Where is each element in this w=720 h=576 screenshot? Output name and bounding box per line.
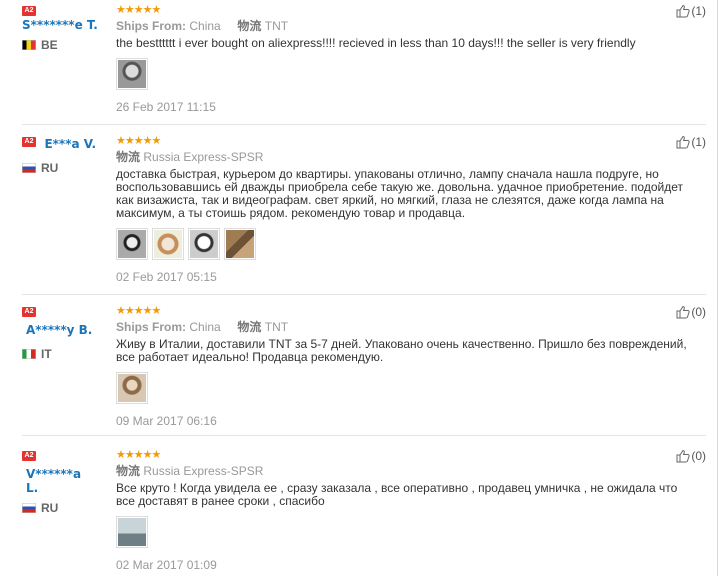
country-flag-icon	[22, 348, 36, 359]
helpful-count: (1)	[691, 4, 706, 18]
logistics-value: TNT	[264, 320, 289, 334]
review-text: the bestttttt i ever bought on aliexpres…	[116, 36, 636, 50]
review-content: ★★★★★ 物流 Russia Express-SPSR доставка бы…	[116, 135, 696, 284]
rating-stars: ★★★★★	[116, 135, 161, 147]
reviewer-name[interactable]: E***a V.	[44, 137, 96, 151]
review-date: 02 Feb 2017 05:15	[116, 270, 217, 284]
review-divider	[22, 294, 706, 295]
review-text: доставка быстрая, курьером до квартиры. …	[116, 167, 683, 220]
helpful-votes[interactable]: (1)	[676, 4, 706, 18]
logistics-value: TNT	[264, 19, 289, 33]
country-flag-icon	[22, 162, 36, 173]
thumbs-up-icon[interactable]	[676, 449, 690, 463]
reviewer-country: BE	[41, 37, 58, 52]
review-divider	[22, 124, 706, 125]
review-photos	[116, 228, 696, 260]
buyer-level-badge: A2	[22, 451, 36, 461]
reviewer-country: IT	[41, 346, 52, 361]
reviewer-info: A2 S*******e T. BE	[22, 4, 112, 54]
reviewer-name[interactable]: A*****y B.	[26, 323, 96, 337]
logistics-label: 物流	[237, 320, 262, 334]
logistics-value: Russia Express-SPSR	[143, 150, 264, 164]
review-photo-thumbnail[interactable]	[116, 516, 148, 548]
feedback-list: A2 S*******e T. BE ★★★★★ Ships From: Chi…	[0, 0, 717, 576]
shipping-info: Ships From: China 物流 TNT	[116, 19, 696, 33]
thumbs-up-icon[interactable]	[676, 4, 690, 18]
shipping-info: 物流 Russia Express-SPSR	[116, 150, 696, 164]
helpful-count: (1)	[691, 135, 706, 149]
helpful-votes[interactable]: (1)	[676, 135, 706, 149]
shipping-info: 物流 Russia Express-SPSR	[116, 464, 696, 478]
review-photo-thumbnail[interactable]	[116, 228, 148, 260]
reviewer-info: A2 A*****y B. IT	[22, 305, 112, 363]
review-divider	[22, 435, 706, 436]
logistics-label: 物流	[237, 19, 262, 33]
reviewer-info: A2 V******a L. RU	[22, 449, 112, 517]
helpful-votes[interactable]: (0)	[676, 305, 706, 319]
scroll-area-edge	[717, 0, 718, 576]
reviewer-name[interactable]: V******a L.	[26, 467, 96, 495]
review-photos	[116, 516, 696, 548]
ships-from-label: Ships From:	[116, 19, 187, 33]
review-photo-thumbnail[interactable]	[116, 372, 148, 404]
review-photo-thumbnail[interactable]	[116, 58, 148, 90]
reviewer-info: A2 E***a V. RU	[22, 135, 112, 177]
review-photos	[116, 372, 696, 404]
logistics-label: 物流	[116, 464, 141, 478]
logistics-label: 物流	[116, 150, 141, 164]
review-date: 09 Mar 2017 06:16	[116, 414, 217, 428]
review-photo-thumbnail[interactable]	[152, 228, 184, 260]
ships-from-label: Ships From:	[116, 320, 187, 334]
review-text: Все круто ! Когда увидела ее , сразу зак…	[116, 481, 678, 508]
reviewer-country: RU	[41, 500, 59, 515]
review-text: Живу в Италии, доставили TNT за 5-7 дней…	[116, 337, 687, 364]
helpful-count: (0)	[691, 305, 706, 319]
review-date: 26 Feb 2017 11:15	[116, 100, 216, 114]
ships-from-value: China	[189, 19, 221, 33]
rating-stars: ★★★★★	[116, 449, 161, 461]
review-content: ★★★★★ Ships From: China 物流 TNT the bestt…	[116, 4, 696, 114]
ships-from-value: China	[189, 320, 221, 334]
thumbs-up-icon[interactable]	[676, 305, 690, 319]
buyer-level-badge: A2	[22, 137, 36, 147]
review-photo-thumbnail[interactable]	[188, 228, 220, 260]
rating-stars: ★★★★★	[116, 305, 161, 317]
review-date: 02 Mar 2017 01:09	[116, 558, 217, 572]
thumbs-up-icon[interactable]	[676, 135, 690, 149]
country-flag-icon	[22, 502, 36, 513]
country-flag-icon	[22, 39, 36, 50]
review-photos	[116, 58, 696, 90]
buyer-level-badge: A2	[22, 6, 36, 16]
rating-stars: ★★★★★	[116, 4, 161, 16]
review-content: ★★★★★ Ships From: China 物流 TNT Живу в Ит…	[116, 305, 696, 428]
helpful-votes[interactable]: (0)	[676, 449, 706, 463]
shipping-info: Ships From: China 物流 TNT	[116, 320, 696, 334]
review-content: ★★★★★ 物流 Russia Express-SPSR Все круто !…	[116, 449, 696, 572]
logistics-value: Russia Express-SPSR	[143, 464, 264, 478]
reviewer-country: RU	[41, 160, 59, 175]
review-photo-thumbnail[interactable]	[224, 228, 256, 260]
buyer-level-badge: A2	[22, 307, 36, 317]
helpful-count: (0)	[691, 449, 706, 463]
reviewer-name[interactable]: S*******e T.	[22, 18, 112, 32]
